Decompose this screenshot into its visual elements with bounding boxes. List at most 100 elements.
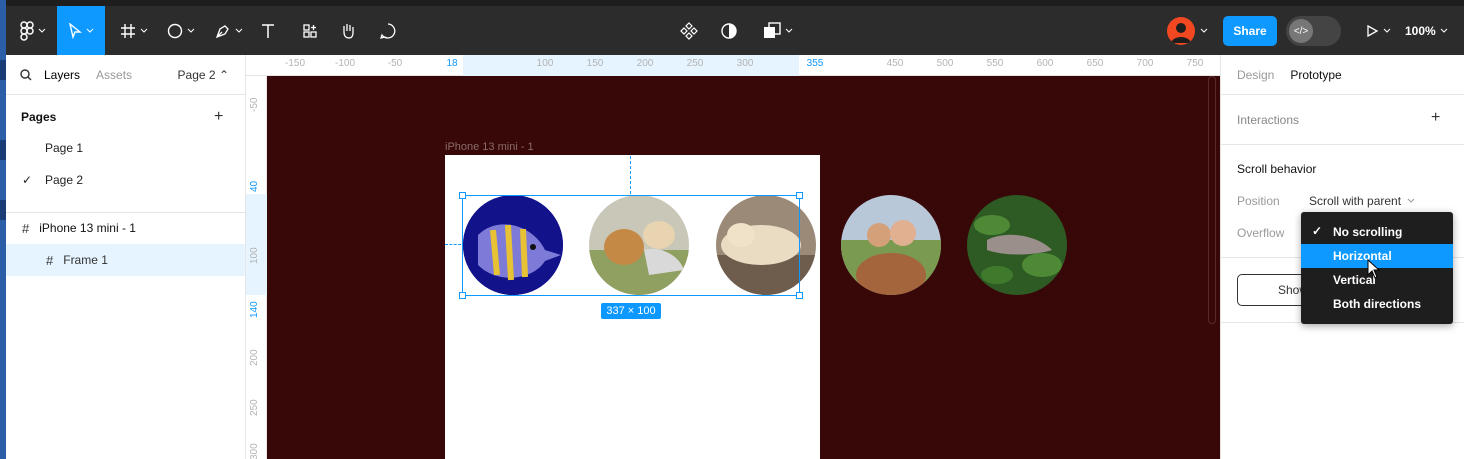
page-item-2[interactable]: Page 2 (45, 173, 83, 187)
check-icon: ✓ (1312, 224, 1323, 238)
scroll-behavior-heading: Scroll behavior (1237, 162, 1317, 176)
ruler-tick-label: 200 (249, 349, 260, 366)
canvas[interactable]: iPhone 13 mini - 1 337 × 100 (267, 76, 1220, 459)
resize-handle[interactable] (796, 292, 803, 299)
position-label: Position (1237, 194, 1280, 208)
chevron-down-icon (140, 28, 148, 33)
position-select[interactable]: Scroll with parent (1309, 194, 1415, 208)
tab-design[interactable]: Design (1237, 68, 1274, 82)
ruler-tick-label: 100 (536, 58, 554, 69)
photo-icon (841, 195, 941, 295)
text-tool-button[interactable] (256, 6, 280, 55)
ruler-left: -50 40 100 140 200 250 300 (246, 76, 267, 459)
layer-row-iphone[interactable]: # iPhone 13 mini - 1 (6, 212, 245, 244)
add-interaction-icon[interactable]: + (1431, 109, 1440, 127)
layer-row-frame-1[interactable]: # Frame 1 (6, 244, 245, 276)
zoom-label: 100% (1405, 24, 1436, 38)
add-page-icon[interactable]: + (214, 108, 223, 126)
ruler-tick-label: 250 (686, 58, 704, 69)
overflow-label: Overflow (1237, 226, 1285, 240)
layer-label: Frame 1 (63, 253, 108, 267)
boolean-button[interactable] (758, 6, 798, 55)
avatar[interactable] (1167, 17, 1195, 45)
cursor-arrow-icon (69, 22, 82, 39)
comment-tool-button[interactable] (376, 6, 400, 55)
chevron-down-icon (235, 28, 243, 33)
check-icon: ✓ (22, 173, 33, 187)
main-menu-button[interactable] (10, 6, 56, 55)
chameleon-image[interactable] (967, 195, 1067, 295)
ruler-tick-label: 355 (806, 58, 824, 69)
chevron-down-icon (785, 28, 793, 33)
pen-icon (215, 24, 229, 38)
ruler-tick-label: 18 (446, 58, 458, 69)
canvas-scrollbar[interactable] (1208, 76, 1216, 324)
comment-icon (380, 22, 396, 39)
ruler-tick-label: 550 (986, 58, 1004, 69)
page-selector-label: Page 2 (177, 68, 216, 82)
mouse-pointer-icon (1367, 259, 1381, 279)
tab-assets[interactable]: Assets (96, 68, 132, 82)
divider (1221, 144, 1464, 145)
ruler-tick-label: 500 (936, 58, 954, 69)
contrast-icon (721, 22, 737, 39)
chevron-up-icon: ⌃ (218, 68, 229, 82)
frame-tool-button[interactable] (114, 6, 154, 55)
tab-prototype[interactable]: Prototype (1290, 68, 1341, 82)
zoom-control[interactable]: 100% (1405, 16, 1448, 46)
ruler-tick-label: 450 (886, 58, 904, 69)
page-selector[interactable]: Page 2 ⌃ (178, 68, 229, 82)
move-tool-button[interactable] (57, 6, 105, 55)
spacing-guide (445, 244, 461, 245)
resources-button[interactable] (298, 6, 322, 55)
code-icon: </> (1289, 19, 1313, 43)
ruler-tick-label: 300 (736, 58, 754, 69)
present-button[interactable] (1360, 6, 1396, 55)
page-item-1[interactable]: Page 1 (45, 141, 83, 155)
position-value: Scroll with parent (1309, 194, 1402, 208)
ruler-tick-label: 700 (1136, 58, 1154, 69)
ruler-tick-label: 600 (1036, 58, 1054, 69)
dropdown-option-label: Both directions (1333, 297, 1422, 311)
chevron-down-icon (1408, 198, 1415, 203)
ruler-tick-label: 100 (249, 247, 260, 264)
photo-icon (967, 195, 1067, 295)
chevron-down-icon (1383, 28, 1391, 33)
resources-icon (303, 23, 317, 38)
chevron-down-icon (187, 28, 195, 33)
resize-handle[interactable] (459, 292, 466, 299)
ruler-tick-label: 40 (249, 180, 260, 192)
shape-tool-button[interactable] (161, 6, 201, 55)
frame-icon: # (46, 252, 54, 268)
frame-label[interactable]: iPhone 13 mini - 1 (445, 141, 534, 153)
frame-icon: # (22, 220, 30, 236)
resize-handle[interactable] (796, 192, 803, 199)
dropdown-option-both-directions[interactable]: Both directions (1301, 292, 1453, 316)
frame-icon (121, 23, 135, 38)
mask-button[interactable] (716, 6, 742, 55)
size-badge: 337 × 100 (601, 303, 661, 319)
ruler-tick-label: 750 (1186, 58, 1204, 69)
ruler-top: -150 -100 -50 18 100 150 200 250 300 355… (246, 55, 1220, 76)
user-icon (1171, 23, 1191, 43)
elderly-couple-image[interactable] (841, 195, 941, 295)
chevron-down-icon (1440, 28, 1448, 33)
dropdown-option-no-scrolling[interactable]: ✓ No scrolling (1301, 220, 1453, 244)
components-icon (680, 21, 698, 40)
resize-handle[interactable] (459, 192, 466, 199)
chevron-down-icon[interactable] (1200, 27, 1208, 35)
layer-label: iPhone 13 mini - 1 (39, 221, 136, 235)
search-icon[interactable] (20, 68, 32, 81)
ruler-tick-label: 140 (249, 301, 260, 318)
ruler-tick-label: -50 (249, 97, 260, 112)
ruler-tick-label: -150 (284, 58, 306, 69)
dev-mode-toggle[interactable]: </> (1286, 16, 1341, 46)
selection-box[interactable] (459, 192, 803, 299)
pen-tool-button[interactable] (209, 6, 249, 55)
components-button[interactable] (676, 6, 702, 55)
share-button[interactable]: Share (1223, 16, 1277, 46)
tab-layers[interactable]: Layers (44, 68, 80, 82)
pages-heading: Pages (21, 110, 57, 124)
ruler-tick-label: 150 (586, 58, 604, 69)
hand-tool-button[interactable] (336, 6, 360, 55)
